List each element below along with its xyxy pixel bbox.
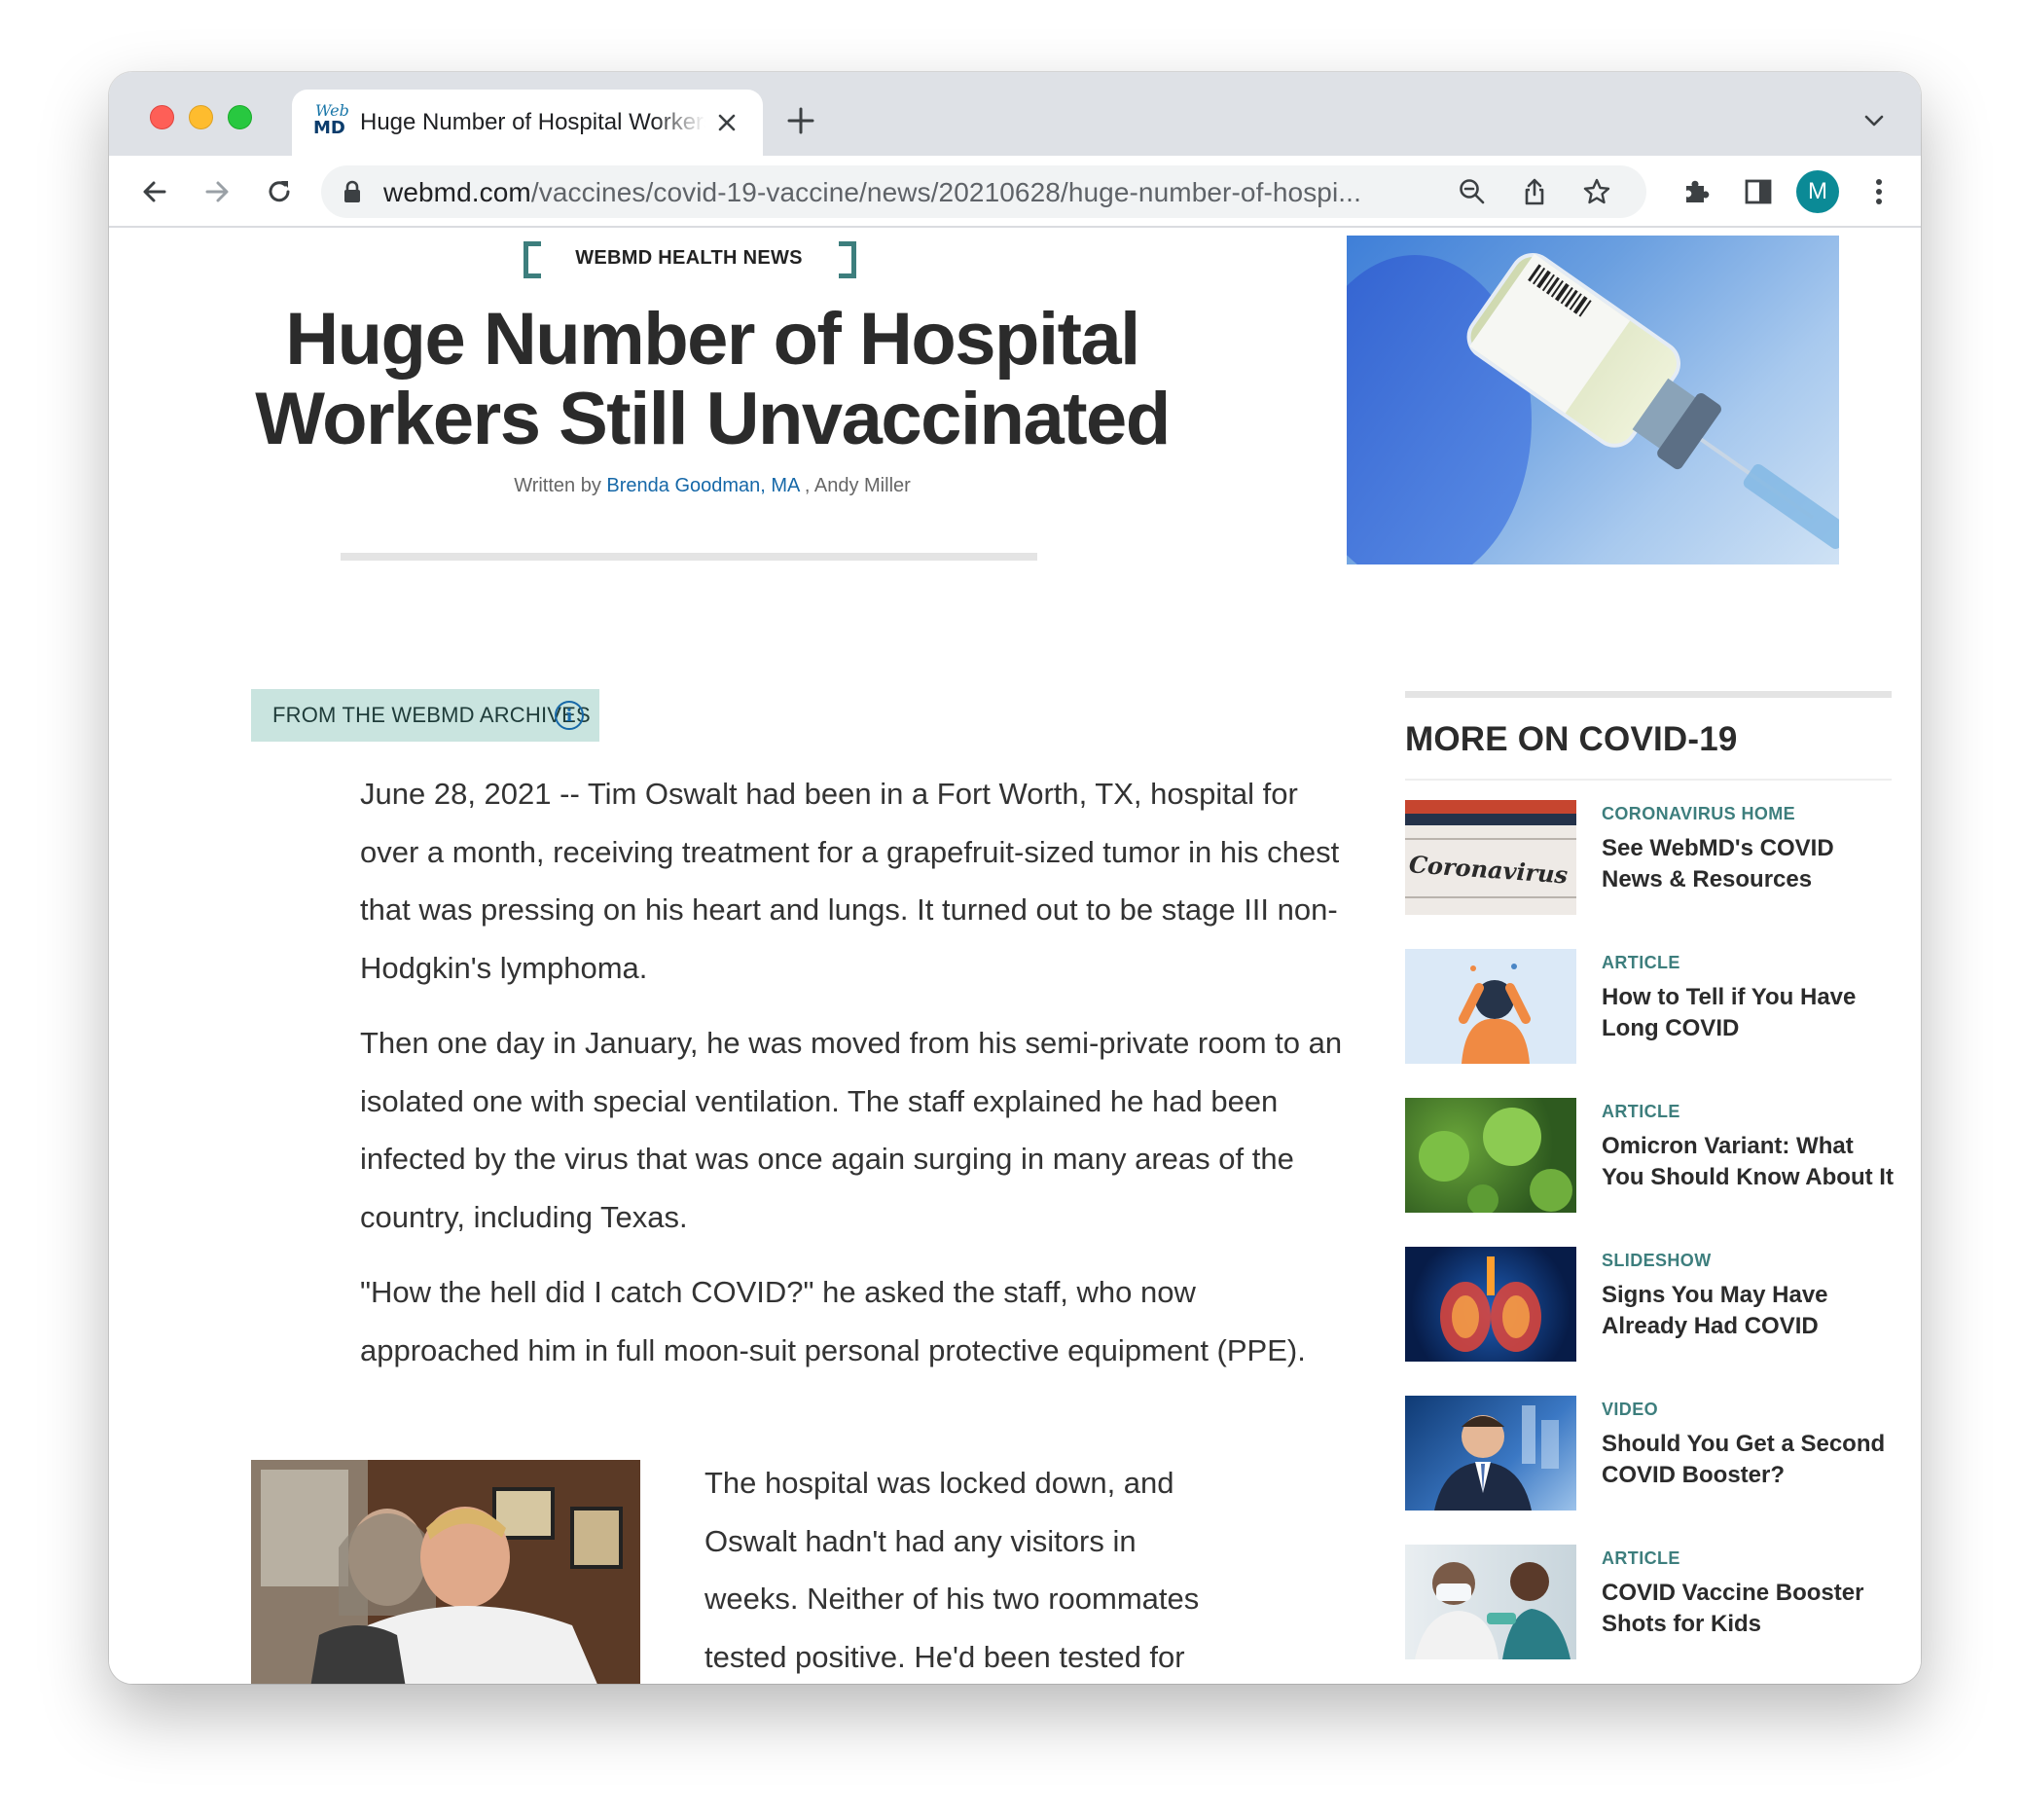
sidebar-item-category: VIDEO [1602,1400,1659,1419]
sidebar-item-coronavirus-home[interactable]: Coronavirus CORONAVIRUS HOME See WebMD's… [1405,800,1892,917]
zoom-icon [1460,179,1485,204]
article-headline: Huge Number of Hospital Workers Still Un… [255,298,1171,460]
active-tab[interactable]: Web MD Huge Number of Hospital Workers S… [292,90,763,156]
extensions-icon [1686,180,1710,202]
side-panel-icon [1745,179,1772,204]
webmd-favicon-icon: Web MD [313,101,349,138]
sidebar-item-second-booster-video[interactable]: VIDEO Should You Get a Second COVID Boos… [1405,1396,1892,1512]
chrome-menu-button[interactable] [1860,173,1897,210]
new-tab-plus-icon[interactable] [786,106,815,135]
back-arrow-icon [143,181,166,202]
sidebar-divider [1405,779,1892,781]
browser-toolbar: webmd.com/vaccines/covid-19-vaccine/news… [109,156,1921,228]
vaccine-kids-thumbnail[interactable] [1405,1545,1576,1659]
kicker-bracket-left [524,241,541,278]
kebab-menu-icon [1876,179,1882,204]
sidebar-item-long-covid[interactable]: ARTICLE How to Tell if You Have Long COV… [1405,949,1892,1066]
sidebar-heading: MORE ON COVID-19 [1405,720,1738,758]
sidebar-item-title[interactable]: Omicron Variant: What You Should Know Ab… [1602,1131,1894,1193]
sidebar-item-category: CORONAVIRUS HOME [1602,804,1796,823]
vaccine-vial-illustration [1347,253,1839,564]
news-kicker: WEBMD HEALTH NEWS [575,247,803,269]
long-covid-thumbnail[interactable] [1405,949,1576,1064]
address-bar[interactable]: webmd.com/vaccines/covid-19-vaccine/news… [321,165,1646,218]
webpage-content: WEBMD HEALTH NEWS Huge Number of Hospita… [109,228,1921,1684]
extensions-button[interactable] [1678,173,1715,210]
profile-avatar[interactable]: M [1796,170,1839,213]
close-window-button[interactable] [150,105,174,129]
oswalt-couple-photo [251,1460,640,1684]
url-path: /vaccines/covid-19-vaccine/news/20210628… [530,177,1361,207]
sidebar-item-title[interactable]: COVID Vaccine Booster Shots for Kids [1602,1578,1894,1640]
share-icon [1525,178,1544,205]
coronavirus-newspaper-thumbnail[interactable]: Coronavirus [1405,800,1576,915]
sidebar-item-category: ARTICLE [1602,953,1680,972]
zoom-button[interactable] [1454,173,1491,210]
sidebar-item-category: ARTICLE [1602,1548,1680,1568]
tab-close-icon[interactable] [715,111,739,134]
reload-button[interactable] [261,173,298,210]
kicker-bracket-right [839,241,856,278]
share-button[interactable] [1516,173,1553,210]
lungs-thumbnail[interactable] [1405,1247,1576,1362]
article-paragraph: "How the hell did I catch COVID?" he ask… [360,1275,1306,1367]
tab-title: Huge Number of Hospital Workers Still Un… [360,109,705,135]
bookmark-button[interactable] [1578,173,1615,210]
sidebar-item-title[interactable]: Signs You May Have Already Had COVID [1602,1280,1894,1342]
archives-label: FROM THE WEBMD ARCHIVES [272,703,591,727]
url-host: webmd.com [383,177,531,207]
news-anchor-video-thumbnail[interactable] [1405,1396,1576,1511]
back-button[interactable] [136,173,173,210]
sidebar-item-category: SLIDESHOW [1602,1251,1712,1270]
browser-window: Web MD Huge Number of Hospital Workers S… [109,72,1921,1684]
article-byline: Written by Brenda Goodman, MA , Andy Mil… [514,475,911,496]
url-text[interactable]: webmd.com/vaccines/covid-19-vaccine/news… [383,177,1444,208]
sidebar-item-booster-kids[interactable]: ARTICLE COVID Vaccine Booster Shots for … [1405,1545,1892,1661]
reload-icon [269,181,290,202]
tab-strip: Web MD Huge Number of Hospital Workers S… [109,72,1921,156]
sidebar-item-title[interactable]: See WebMD's COVID News & Resources [1602,833,1894,895]
zoom-window-button[interactable] [228,105,252,129]
sidebar-item-title[interactable]: How to Tell if You Have Long COVID [1602,982,1894,1044]
author-link-brenda-goodman[interactable]: Brenda Goodman, MA [606,475,799,496]
article-paragraph: Then one day in January, he was moved fr… [360,1026,1343,1234]
minimize-window-button[interactable] [189,105,213,129]
side-panel-button[interactable] [1740,173,1777,210]
archives-badge: FROM THE WEBMD ARCHIVES i [251,689,599,742]
sidebar-item-signs-had-covid[interactable]: SLIDESHOW Signs You May Have Already Had… [1405,1247,1892,1364]
sidebar-top-rule [1405,691,1892,698]
svg-text:Coronavirus: Coronavirus [1408,850,1570,889]
lock-icon[interactable] [343,180,362,203]
omicron-virus-thumbnail[interactable] [1405,1098,1576,1213]
forward-button[interactable] [199,173,235,210]
hero-vaccine-image [1347,236,1839,564]
author-andy-miller: Andy Miller [813,475,911,496]
sidebar-item-category: ARTICLE [1602,1102,1680,1121]
article-paragraph: The hospital was locked down, and Oswalt… [704,1466,1200,1674]
sidebar-item-title[interactable]: Should You Get a Second COVID Booster? [1602,1429,1894,1491]
info-icon[interactable]: i [555,701,584,730]
tab-search-chevron-icon[interactable] [1862,111,1886,130]
forward-arrow-icon [205,181,229,202]
bookmark-star-icon [1583,178,1610,204]
headline-divider [341,553,1037,561]
sidebar-item-omicron[interactable]: ARTICLE Omicron Variant: What You Should… [1405,1098,1894,1215]
article-paragraph: June 28, 2021 -- Tim Oswalt had been in … [360,777,1340,985]
